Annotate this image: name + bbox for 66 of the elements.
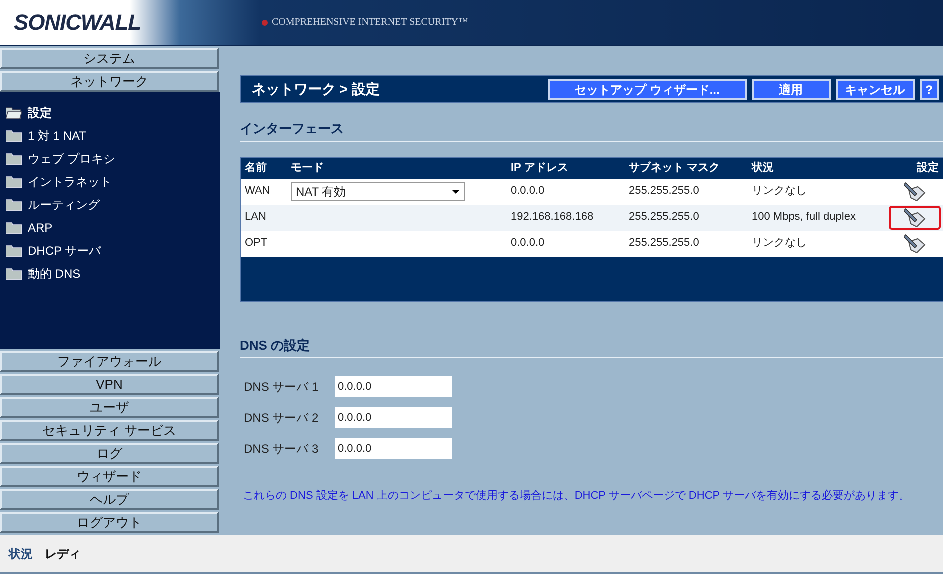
folder-icon [6, 268, 22, 280]
folder-icon [6, 153, 22, 165]
table-cell-text: WAN [245, 184, 272, 200]
toolbar-button[interactable]: キャンセル [836, 78, 915, 100]
dns-server-field[interactable]: 0.0.0.0 [335, 376, 452, 397]
column-header: 設定 [916, 160, 940, 176]
pencil-paper-icon[interactable] [904, 208, 926, 228]
table-cell-text: OPT [245, 236, 269, 252]
column-header: 名前 [245, 160, 268, 176]
status-label: 状況 [9, 546, 33, 562]
status-value: レディ [45, 546, 81, 562]
dns-server-field[interactable]: 0.0.0.0 [335, 407, 452, 428]
folder-icon [6, 199, 22, 211]
table-cell-text: 0.0.0.0 [511, 184, 546, 200]
field-label: DNS サーバ 2 [244, 410, 320, 426]
table-cell-text: 0.0.0.0 [511, 236, 546, 252]
nav-menu-button[interactable]: ファイアウォール [0, 351, 219, 372]
column-header: モード [291, 160, 325, 176]
section-title: DNS の設定 [240, 336, 943, 358]
open-folder-icon [6, 107, 22, 119]
toolbar-button[interactable]: 適用 [752, 78, 831, 100]
nav-tree-item[interactable]: DHCP サーバ [6, 243, 220, 259]
nav-tree-item[interactable]: ルーティング [6, 197, 220, 213]
nav-menu-button[interactable]: ヘルプ [0, 489, 219, 510]
nav-tree-item[interactable]: 1 対 1 NAT [6, 128, 220, 144]
nav-menu-button[interactable]: ログ [0, 443, 219, 464]
nav-tree-item[interactable]: ウェブ プロキシ [6, 151, 220, 167]
pencil-paper-icon[interactable] [904, 234, 926, 254]
folder-icon [6, 222, 22, 234]
column-header: サブネット マスク [629, 160, 722, 176]
table-cell-text: 255.255.255.0 [629, 236, 700, 252]
folder-icon [6, 245, 22, 257]
folder-icon [6, 130, 22, 142]
nav-tree-item[interactable]: イントラネット [6, 174, 220, 190]
nav-menu-button[interactable]: VPN [0, 374, 219, 395]
page-title: ネットワーク > 設定 [252, 80, 381, 98]
field-label: DNS サーバ 3 [244, 440, 320, 458]
column-header: IP アドレス [511, 160, 570, 176]
nav-tree-item[interactable]: 動的 DNS [6, 266, 220, 282]
nav-menu-button[interactable]: ウィザード [0, 466, 219, 487]
nav-menu-button[interactable]: ユーザ [0, 397, 219, 418]
nav-menu-button[interactable]: システム [0, 48, 219, 69]
table-cell-text: 255.255.255.0 [629, 184, 700, 200]
section-title: インターフェース [240, 119, 943, 142]
table-cell-text: リンクなし [752, 236, 808, 252]
column-header: 状況 [752, 160, 775, 176]
nav-tree-item[interactable]: 設定 [6, 105, 220, 121]
table-cell-text: LAN [245, 210, 268, 226]
dns-server-field[interactable]: 0.0.0.0 [335, 438, 452, 459]
nav-menu-button[interactable]: ネットワーク [0, 71, 219, 92]
pencil-paper-icon[interactable] [904, 182, 926, 202]
table-cell-text: 192.168.168.168 [511, 210, 595, 226]
table-cell-text: 100 Mbps, full duplex [752, 210, 857, 226]
table-cell-text: 255.255.255.0 [629, 210, 700, 226]
field-label: DNS サーバ 1 [244, 378, 320, 396]
table-cell-text: リンクなし [752, 184, 808, 200]
toolbar-button[interactable]: セットアップ ウィザード... [548, 78, 747, 100]
mode-dropdown[interactable]: NAT 有効 [291, 182, 465, 201]
tagline: COMPREHENSIVE INTERNET SECURITY™ [262, 15, 468, 30]
logo: SONICWALL [14, 9, 142, 37]
toolbar-button[interactable]: ? [920, 78, 939, 100]
dns-note: これらの DNS 設定を LAN 上のコンピュータで使用する場合には、DHCP サーバページで DHCP サーバを有効にする必要があります。 [242, 488, 911, 504]
nav-menu-button[interactable]: セキュリティ サービス [0, 420, 219, 441]
nav-tree-item[interactable]: ARP [6, 220, 220, 236]
nav-menu-button[interactable]: ログアウト [0, 512, 219, 533]
folder-icon [6, 176, 22, 188]
